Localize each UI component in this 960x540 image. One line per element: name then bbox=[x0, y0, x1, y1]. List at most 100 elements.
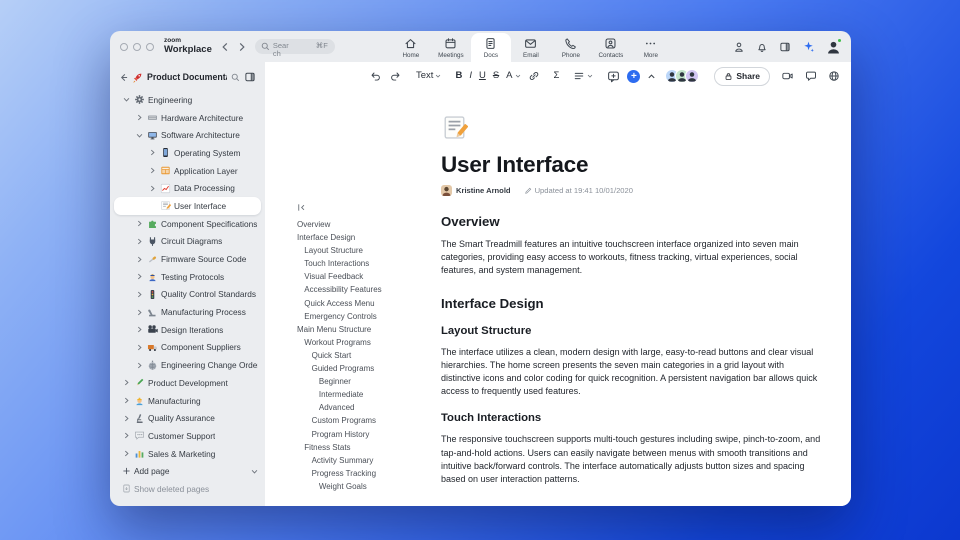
outline-item-progress-tracking[interactable]: Progress Tracking bbox=[295, 467, 441, 480]
sidebar-item-component-suppliers[interactable]: Component Suppliers bbox=[114, 339, 261, 357]
outline-item-quick-start[interactable]: Quick Start bbox=[295, 349, 441, 362]
chevron-right-icon[interactable] bbox=[135, 291, 144, 298]
back-arrow-icon[interactable] bbox=[119, 73, 128, 82]
text-color-button[interactable]: A bbox=[506, 71, 520, 81]
chevron-right-icon[interactable] bbox=[135, 273, 144, 280]
chevron-right-icon[interactable] bbox=[122, 415, 131, 422]
sidebar-item-circuit-diagrams[interactable]: Circuit Diagrams bbox=[114, 233, 261, 251]
tab-more[interactable]: More bbox=[631, 33, 671, 62]
outline-item-program-history[interactable]: Program History bbox=[295, 428, 441, 441]
chevron-right-icon[interactable] bbox=[135, 309, 144, 316]
equation-button[interactable]: Σ bbox=[554, 71, 560, 81]
ai-companion-button[interactable]: + bbox=[627, 69, 641, 83]
sidebar-item-engineering[interactable]: Engineering bbox=[114, 91, 261, 109]
sidebar-item-customer-support[interactable]: Customer Support bbox=[114, 427, 261, 445]
tab-contacts[interactable]: Contacts bbox=[591, 33, 631, 62]
sidebar-item-manufacturing[interactable]: Manufacturing bbox=[114, 392, 261, 410]
outline-item-accessibility-features[interactable]: Accessibility Features bbox=[295, 283, 441, 296]
outline-item-advanced[interactable]: Advanced bbox=[295, 401, 441, 414]
sidebar-item-operating-system[interactable]: Operating System bbox=[114, 144, 261, 162]
sidebar-item-testing-protocols[interactable]: Testing Protocols bbox=[114, 268, 261, 286]
chevron-down-icon[interactable] bbox=[122, 96, 131, 103]
share-button[interactable]: Share bbox=[714, 66, 771, 86]
chevron-right-icon[interactable] bbox=[135, 256, 144, 263]
chevron-right-icon[interactable] bbox=[122, 397, 131, 404]
tab-meetings[interactable]: Meetings bbox=[431, 33, 471, 62]
chevron-right-icon[interactable] bbox=[135, 362, 144, 369]
tab-home[interactable]: Home bbox=[391, 33, 431, 62]
outline-item-custom-programs[interactable]: Custom Programs bbox=[295, 414, 441, 427]
chat-bubble-button[interactable] bbox=[805, 70, 817, 82]
outline-item-intermediate[interactable]: Intermediate bbox=[295, 388, 441, 401]
bold-button[interactable]: B bbox=[455, 71, 462, 81]
outline-item-fitness-stats[interactable]: Fitness Stats bbox=[295, 441, 441, 454]
outline-item-beginner[interactable]: Beginner bbox=[295, 375, 441, 388]
outline-item-visual-feedback[interactable]: Visual Feedback bbox=[295, 270, 441, 283]
video-camera-button[interactable] bbox=[781, 70, 794, 82]
outline-item-quick-access-menu[interactable]: Quick Access Menu bbox=[295, 297, 441, 310]
chevron-right-icon[interactable] bbox=[122, 432, 131, 439]
tab-phone[interactable]: Phone bbox=[551, 33, 591, 62]
outline-item-emergency-controls[interactable]: Emergency Controls bbox=[295, 310, 441, 323]
outline-item-weight-goals[interactable]: Weight Goals bbox=[295, 480, 441, 493]
redo-button[interactable] bbox=[389, 70, 402, 82]
outline-item-overview[interactable]: Overview bbox=[295, 218, 441, 231]
sidebar-item-firmware-source-code[interactable]: Firmware Source Code bbox=[114, 250, 261, 268]
sidebar-item-hardware-architecture[interactable]: Hardware Architecture bbox=[114, 109, 261, 127]
global-search-input[interactable]: Search ⌘F bbox=[254, 39, 335, 58]
sidebar-item-engineering-change-orders[interactable]: Engineering Change Orders bbox=[114, 356, 261, 374]
show-deleted-pages-button[interactable]: Show deleted pages bbox=[114, 480, 261, 498]
link-button[interactable] bbox=[528, 70, 540, 82]
chevron-right-icon[interactable] bbox=[135, 114, 144, 121]
undo-button[interactable] bbox=[369, 70, 382, 82]
window-zoom-button[interactable] bbox=[146, 42, 154, 51]
outline-item-workout-programs[interactable]: Workout Programs bbox=[295, 336, 441, 349]
collapse-outline-icon[interactable] bbox=[296, 202, 441, 213]
text-style-button[interactable]: Text bbox=[416, 71, 441, 81]
sidebar-item-quality-assurance[interactable]: Quality Assurance bbox=[114, 409, 261, 427]
sidebar-search-icon[interactable] bbox=[231, 73, 240, 82]
collapse-toolbar-button[interactable] bbox=[647, 72, 656, 81]
outline-item-interface-design[interactable]: Interface Design bbox=[295, 231, 441, 244]
chevron-right-icon[interactable] bbox=[135, 344, 144, 351]
sidebar-item-data-processing[interactable]: Data Processing bbox=[114, 179, 261, 197]
chevron-right-icon[interactable] bbox=[135, 220, 144, 227]
collaborator-avatar[interactable] bbox=[685, 69, 700, 83]
italic-button[interactable]: I bbox=[469, 71, 472, 81]
strikethrough-button[interactable]: S bbox=[493, 71, 499, 81]
sidebar-item-quality-control-standards[interactable]: Quality Control Standards bbox=[114, 286, 261, 304]
outline-item-guided-programs[interactable]: Guided Programs bbox=[295, 362, 441, 375]
sidebar-item-user-interface[interactable]: User Interface bbox=[114, 197, 261, 215]
outline-item-activity-summary[interactable]: Activity Summary bbox=[295, 454, 441, 467]
underline-button[interactable]: U bbox=[479, 71, 486, 81]
window-minimize-button[interactable] bbox=[133, 42, 141, 51]
outline-item-layout-structure[interactable]: Layout Structure bbox=[295, 244, 441, 257]
list-button[interactable] bbox=[573, 70, 593, 82]
chevron-down-icon[interactable] bbox=[251, 468, 258, 475]
globe-button[interactable] bbox=[828, 70, 840, 82]
sidebar-item-component-specifications[interactable]: Component Specifications bbox=[114, 215, 261, 233]
window-close-button[interactable] bbox=[120, 42, 128, 51]
profile-icon[interactable] bbox=[733, 41, 745, 53]
chevron-right-icon[interactable] bbox=[135, 326, 144, 333]
sidebar-item-manufacturing-process[interactable]: Manufacturing Process bbox=[114, 303, 261, 321]
chevron-right-icon[interactable] bbox=[135, 238, 144, 245]
sidebar-item-design-iterations[interactable]: Design Iterations bbox=[114, 321, 261, 339]
sidebar-item-software-architecture[interactable]: Software Architecture bbox=[114, 126, 261, 144]
bell-icon[interactable] bbox=[756, 41, 768, 53]
sidebar-panel-icon[interactable] bbox=[244, 71, 256, 83]
ai-sparkle-icon[interactable] bbox=[802, 40, 815, 53]
user-avatar[interactable] bbox=[826, 38, 842, 54]
chevron-right-icon[interactable] bbox=[148, 149, 157, 156]
nav-forward-button[interactable] bbox=[238, 42, 246, 52]
outline-item-touch-interactions[interactable]: Touch Interactions bbox=[295, 257, 441, 270]
sidebar-item-product-development[interactable]: Product Development bbox=[114, 374, 261, 392]
sidebar-item-application-layer[interactable]: Application Layer bbox=[114, 162, 261, 180]
nav-back-button[interactable] bbox=[221, 42, 229, 52]
add-page-button[interactable]: Add page bbox=[114, 462, 261, 480]
sidebar-item-sales-marketing[interactable]: Sales & Marketing bbox=[114, 445, 261, 463]
chevron-down-icon[interactable] bbox=[135, 132, 144, 139]
chevron-right-icon[interactable] bbox=[122, 450, 131, 457]
comment-button[interactable] bbox=[607, 70, 620, 83]
chevron-right-icon[interactable] bbox=[148, 185, 157, 192]
